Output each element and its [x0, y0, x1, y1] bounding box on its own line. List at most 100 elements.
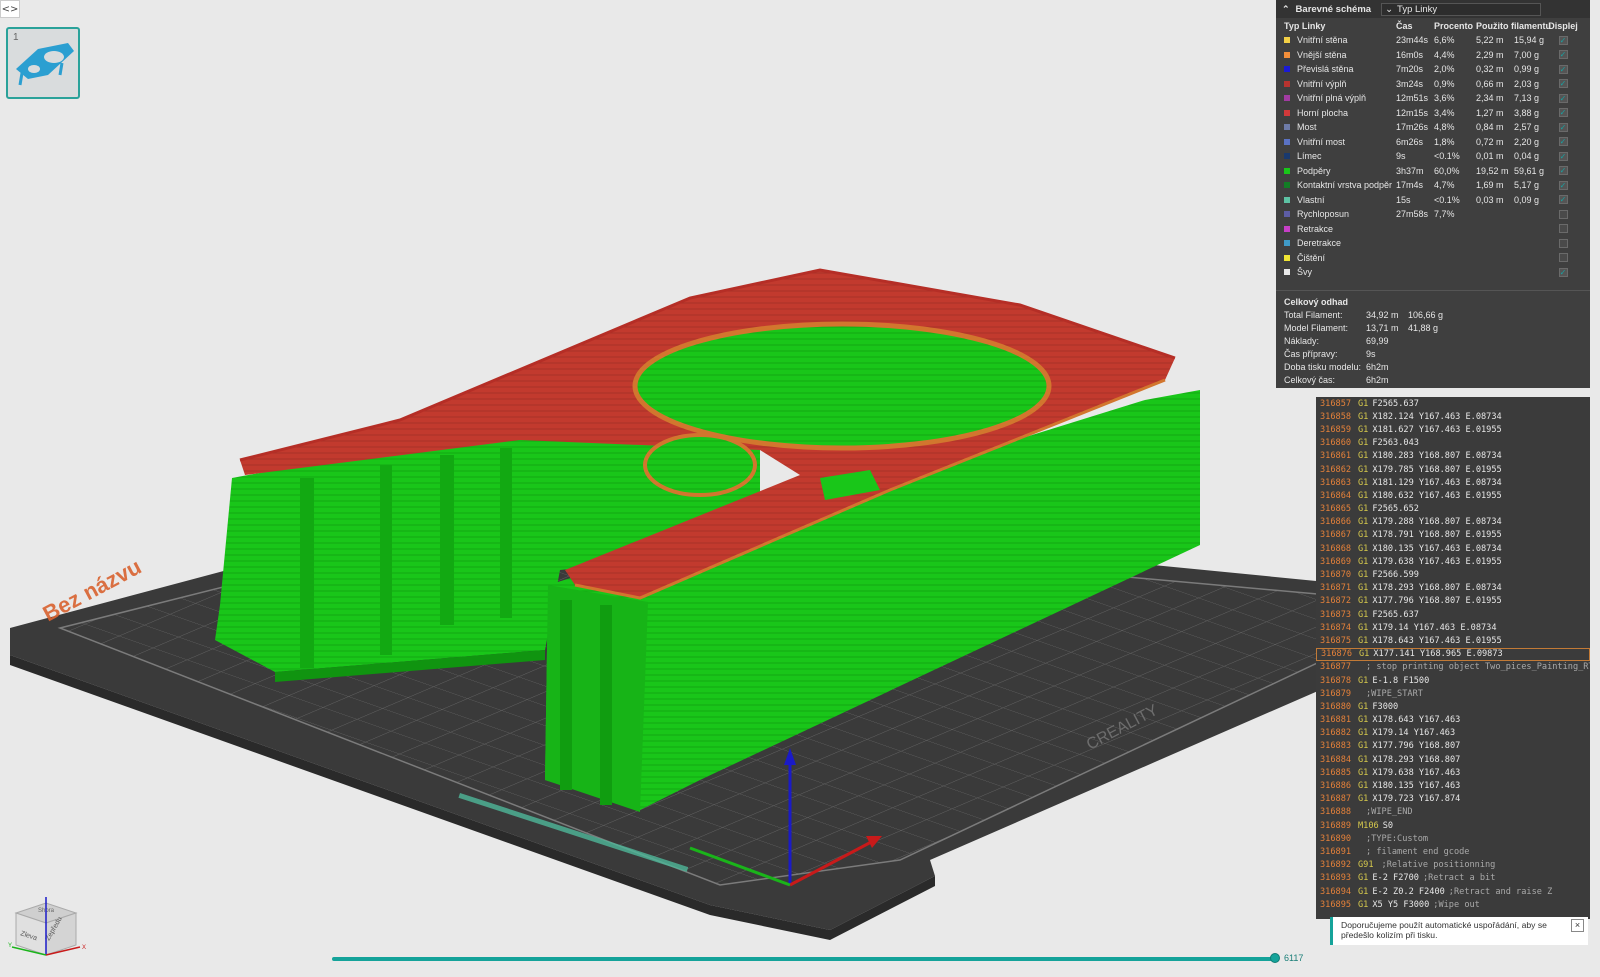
display-checkbox[interactable] [1558, 209, 1568, 219]
color-swatch [1284, 109, 1290, 116]
gcode-line[interactable]: 316869 G1 X179.638 Y167.463 E.01955 [1316, 555, 1590, 568]
gcode-line[interactable]: 316860 G1 F2563.043 [1316, 437, 1590, 450]
navigation-cube[interactable]: Shora Zleva Zepředu Y X [8, 895, 94, 965]
gcode-viewer[interactable]: 316857 G1 F2565.637 316858 G1 X182.124 Y167.4… [1316, 397, 1590, 919]
gcode-line[interactable]: 316861 G1 X180.283 Y168.807 E.08734 [1316, 450, 1590, 463]
gcode-line[interactable]: 316865 G1 F2565.652 [1316, 503, 1590, 516]
gcode-line[interactable]: 316889 M106 S0 [1316, 819, 1590, 832]
display-checkbox[interactable]: ✓ [1558, 166, 1568, 176]
gcode-line[interactable]: 316871 G1 X178.293 Y168.807 E.08734 [1316, 582, 1590, 595]
gcode-line[interactable]: 316881 G1 X178.643 Y167.463 [1316, 714, 1590, 727]
gcode-line[interactable]: 316874 G1 X179.14 Y167.463 E.08734 [1316, 621, 1590, 634]
legend-weight: 3,88 g [1514, 107, 1540, 118]
legend-row: Rychloposun 27m58s 7,7% [1276, 207, 1590, 222]
plate-number: 1 [13, 32, 19, 43]
plate-thumbnail[interactable]: 1 [6, 27, 80, 99]
collapse-toggle-button[interactable]: <> [0, 0, 20, 18]
display-checkbox[interactable]: ✓ [1558, 93, 1568, 103]
gcode-line[interactable]: 316862 G1 X179.785 Y168.807 E.01955 [1316, 463, 1590, 476]
gcode-line[interactable]: 316878 G1 E-1.8 F1500 [1316, 674, 1590, 687]
gcode-line[interactable]: 316870 G1 F2566.599 [1316, 568, 1590, 581]
gcode-line[interactable]: 316864 G1 X180.632 Y167.463 E.01955 [1316, 489, 1590, 502]
gcode-line[interactable]: 316887 G1 X179.723 Y167.874 [1316, 793, 1590, 806]
gcode-comment: ; stop printing object Two_pices_Paintin… [1366, 662, 1590, 673]
gcode-line[interactable]: 316877 ; stop printing object Two_pices_P… [1316, 661, 1590, 674]
gcode-line-number: 316890 [1320, 833, 1352, 844]
display-checkbox[interactable]: ✓ [1558, 180, 1568, 190]
gcode-line-number: 316858 [1320, 411, 1352, 422]
color-swatch [1284, 66, 1290, 73]
gcode-line[interactable]: 316872 G1 X177.796 Y168.807 E.01955 [1316, 595, 1590, 608]
gcode-line[interactable]: 316857 G1 F2565.637 [1316, 397, 1590, 410]
legend-type-label: Límec [1297, 151, 1322, 162]
display-checkbox[interactable]: ✓ [1558, 151, 1568, 161]
layer-slider-value: 6117 [1284, 953, 1304, 963]
close-icon[interactable]: × [1571, 919, 1584, 932]
gcode-line[interactable]: 316863 G1 X181.129 Y167.463 E.08734 [1316, 476, 1590, 489]
gcode-line[interactable]: 316873 G1 F2565.637 [1316, 608, 1590, 621]
legend-weight: 7,13 g [1514, 93, 1540, 104]
gcode-line-number: 316879 [1320, 688, 1352, 699]
gcode-args: X180.135 Y167.463 E.08734 [1372, 543, 1502, 554]
display-checkbox[interactable]: ✓ [1558, 50, 1568, 60]
gcode-args: F2565.652 [1372, 504, 1419, 515]
display-checkbox[interactable]: ✓ [1558, 108, 1568, 118]
gcode-line[interactable]: 316868 G1 X180.135 Y167.463 E.08734 [1316, 542, 1590, 555]
legend-type-label: Převislá stěna [1297, 64, 1354, 75]
gcode-command: G1 [1358, 754, 1369, 765]
gcode-line[interactable]: 316890 ;TYPE:Custom [1316, 832, 1590, 845]
gcode-comment: ;WIPE_END [1366, 807, 1413, 818]
display-checkbox[interactable]: ✓ [1558, 267, 1568, 277]
legend-type: Rychloposun [1284, 209, 1396, 219]
display-checkbox[interactable]: ✓ [1558, 79, 1568, 89]
gcode-line[interactable]: 316882 G1 X179.14 Y167.463 [1316, 727, 1590, 740]
gcode-args: F3000 [1372, 701, 1399, 712]
summary-key: Doba tisku modelu: [1284, 362, 1362, 372]
gcode-line[interactable]: 316892 G91 ;Relative positionning [1316, 859, 1590, 872]
gcode-line[interactable]: 316894 G1 E-2 Z0.2 F2400 ;Retract and raise… [1316, 885, 1590, 898]
gcode-line[interactable]: 316858 G1 X182.124 Y167.463 E.08734 [1316, 410, 1590, 423]
gcode-line[interactable]: 316880 G1 F3000 [1316, 700, 1590, 713]
legend-row: Vnitřní most 6m26s 1,8% 0,72 m 2,20 g ✓ [1276, 135, 1590, 150]
gcode-line[interactable]: 316886 G1 X180.135 Y167.463 [1316, 779, 1590, 792]
gcode-line[interactable]: 316867 G1 X178.791 Y168.807 E.01955 [1316, 529, 1590, 542]
chevron-up-icon[interactable]: ⌃ [1282, 4, 1290, 15]
legend-weight: 2,57 g [1514, 122, 1540, 133]
layer-slider-handle[interactable] [1270, 953, 1280, 963]
scheme-dropdown[interactable]: ⌄ Typ Linky [1381, 2, 1542, 16]
gcode-line-current[interactable]: 316876 G1 X177.141 Y168.965 E.09873 [1316, 647, 1590, 661]
gcode-args: E-2 Z0.2 F2400 [1372, 886, 1445, 897]
gcode-line[interactable]: 316895 G1 X5 Y5 F3000 ;Wipe out [1316, 898, 1590, 911]
gcode-line[interactable]: 316884 G1 X178.293 Y168.807 [1316, 753, 1590, 766]
gcode-line[interactable]: 316891 ; filament end gcode [1316, 845, 1590, 858]
layer-slider-track[interactable] [332, 957, 1274, 961]
gcode-args: X182.124 Y167.463 E.08734 [1372, 411, 1502, 422]
display-checkbox[interactable] [1558, 238, 1568, 248]
gcode-line[interactable]: 316885 G1 X179.638 Y167.463 [1316, 766, 1590, 779]
summary-row: Doba tisku modelu: 6h2m [1276, 361, 1590, 374]
display-checkbox[interactable]: ✓ [1558, 122, 1568, 132]
color-scheme-panel: ⌃ Barevné schéma ⌄ Typ Linky Typ Linky Č… [1276, 0, 1590, 388]
summary-value: 34,92 m [1366, 310, 1399, 320]
display-checkbox[interactable] [1558, 224, 1568, 234]
gcode-command: G1 [1358, 741, 1369, 752]
gcode-line[interactable]: 316859 G1 X181.627 Y167.463 E.01955 [1316, 423, 1590, 436]
display-checkbox[interactable]: ✓ [1558, 64, 1568, 74]
gcode-line[interactable]: 316888 ;WIPE_END [1316, 806, 1590, 819]
gcode-args: F2565.637 [1372, 609, 1419, 620]
gcode-line[interactable]: 316866 G1 X179.288 Y168.807 E.08734 [1316, 516, 1590, 529]
gcode-args: X179.638 Y167.463 [1372, 767, 1461, 778]
gcode-line[interactable]: 316883 G1 X177.796 Y168.807 [1316, 740, 1590, 753]
gcode-args: X178.643 Y167.463 E.01955 [1372, 635, 1502, 646]
legend-type-label: Vnitřní stěna [1297, 35, 1348, 46]
display-checkbox[interactable] [1558, 253, 1568, 263]
gcode-command: G1 [1358, 583, 1369, 594]
legend-row: Deretrakce [1276, 236, 1590, 251]
gcode-line[interactable]: 316879 ;WIPE_START [1316, 687, 1590, 700]
display-checkbox[interactable]: ✓ [1558, 137, 1568, 147]
legend-header[interactable]: ⌃ Barevné schéma ⌄ Typ Linky [1276, 0, 1590, 18]
gcode-line[interactable]: 316875 G1 X178.643 Y167.463 E.01955 [1316, 634, 1590, 647]
gcode-line[interactable]: 316893 G1 E-2 F2700 ;Retract a bit [1316, 872, 1590, 885]
display-checkbox[interactable]: ✓ [1558, 35, 1568, 45]
display-checkbox[interactable]: ✓ [1558, 195, 1568, 205]
